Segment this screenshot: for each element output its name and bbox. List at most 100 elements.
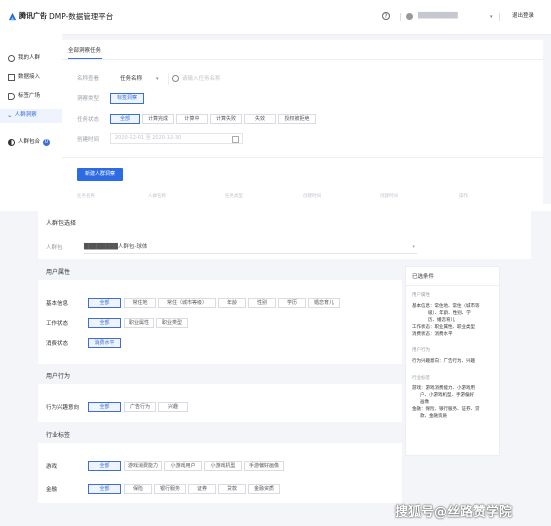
selected-industry-line: 画像 [420,400,429,405]
type-tag-insight[interactable]: 标签洞察 [110,93,144,104]
selected-industry-title: 行业标签 [412,376,430,381]
basic-opt-all[interactable]: 全部 [88,298,121,308]
database-icon [8,74,15,81]
finance-opt-insurance[interactable]: 保险 [124,484,152,494]
status-auth-rejected[interactable]: 授权被拒绝 [278,114,316,124]
finance-opt-securities[interactable]: 证券 [188,484,216,494]
attributes-title: 用户属性 [46,269,71,276]
help-icon[interactable]: ? [382,12,390,20]
sidebar: 我的人群 数据接入 标签广场 ⌁ 人群洞察 人群包合 0 [0,34,62,204]
date-range-picker[interactable]: 2020-12-01 至 2020-12-30 [110,133,243,144]
behavior-opt-interest[interactable]: 兴趣 [158,402,188,412]
basic-opt-residence-city[interactable]: 常住（城市等级） [158,298,216,308]
sidebar-item-my-audience[interactable]: 我的人群 [8,55,40,62]
tab-all-insight[interactable]: 全部洞察任务 [68,48,101,55]
user-divider [400,13,401,21]
attributes-header: 用户属性 [38,266,402,280]
user-behavior-panel: 用户行为 行为兴趣意向 全部 广告行为 兴趣 [38,370,402,422]
column-header: 任务类型 [225,194,243,199]
work-opt-occupation-type[interactable]: 职业类型 [156,318,188,328]
sidebar-item-merge[interactable]: 人群包合 0 [8,139,51,146]
user-attributes-panel: 用户属性 基本信息 全部 常住地 常住（城市等级） 年龄 性别 学历 婚恋育儿 … [38,266,402,364]
selected-attr-title: 用户属性 [412,293,430,298]
status-computing[interactable]: 计算中 [176,114,208,124]
column-header: 创建时间 [380,194,398,199]
user-account[interactable]: ████████████ [418,13,458,20]
consumption-opt-level[interactable]: 消费水平 [88,338,121,348]
sidebar-item-label: 数据接入 [18,73,41,80]
selected-industry-line: 款、金融资质 [420,414,447,419]
basic-opt-residence[interactable]: 常住地 [124,298,156,308]
finance-opt-qualification[interactable]: 金融资质 [248,484,280,494]
column-header: 人群名称 [148,194,166,199]
merge-icon [8,139,15,146]
calendar-icon [232,136,239,143]
user-icon[interactable] [406,13,413,20]
work-opt-all[interactable]: 全部 [88,318,121,328]
game-opt-all[interactable]: 全部 [88,461,121,471]
sidebar-item-tag-square[interactable]: 标签广场 [8,93,40,100]
product-title: DMP-数据管理平台 [49,12,114,21]
name-filter-label: 名称查看 [77,76,100,82]
package-select-value: ████████人群包-球体 [84,244,148,250]
behavior-opt-all[interactable]: 全部 [88,402,121,412]
finance-opt-banking[interactable]: 银行服务 [154,484,186,494]
finance-opt-loans[interactable]: 贷款 [218,484,246,494]
count-badge: 0 [43,139,51,146]
work-opt-occupation-attr[interactable]: 职业属性 [124,318,154,328]
game-opt-spending[interactable]: 游戏消费能力 [124,461,162,471]
selected-industry-line: 游戏：游戏消费能力、小游戏用 [412,386,475,391]
selected-attr-line: 级）、年龄、性别、学 [428,311,471,316]
chart-icon: ⌁ [8,112,12,120]
watermark: 搜狐号@丝路赞学院 [395,505,513,520]
basic-opt-gender[interactable]: 性别 [248,298,276,308]
row-label-basic: 基本信息 [46,301,69,307]
row-label-interest: 行为兴趣意向 [46,405,80,411]
name-type-select[interactable]: 任务名称 ▾ [120,73,169,85]
package-select[interactable]: ████████人群包-球体 ▾ [84,241,417,254]
sidebar-item-label: 我的人群 [18,54,41,61]
chevron-down-icon: ▾ [156,76,159,82]
status-computed[interactable]: 计算完成 [142,114,174,124]
row-label-work: 工作状态 [46,321,69,327]
new-insight-button[interactable]: 新建人群洞察 [77,168,123,181]
finance-opt-all[interactable]: 全部 [88,484,121,494]
table-header: 任务名称 人群名称 任务类型 创建时间 创建时间 操作 [62,192,543,204]
top-screenshot: 腾讯广告 DMP-数据管理平台 ? ████████████ ▾ 退出登录 我的… [0,0,551,204]
package-panel: 人群包选择 人群包 ████████人群包-球体 ▾ [38,211,531,259]
logo[interactable]: 腾讯广告 [8,12,47,21]
selected-title-divider [406,285,499,286]
status-filter-label: 任务状态 [77,117,100,123]
game-opt-mobile-pref[interactable]: 手游偏好画像 [244,461,284,471]
chevron-down-icon[interactable]: ▾ [490,14,493,20]
selected-behavior-line: 行为兴趣意向：广告行为、兴趣 [412,359,475,364]
tencent-ads-logo-icon [8,12,17,21]
row-label-finance: 金融 [46,487,58,493]
date-range-value: 2020-12-01 至 2020-12-30 [115,135,182,141]
sidebar-item-insight[interactable]: ⌁ 人群洞察 [0,109,62,123]
logout-divider [499,13,500,21]
sidebar-item-label: 标签广场 [18,92,41,99]
behavior-title: 用户行为 [46,373,71,380]
sidebar-item-label: 人群洞察 [14,112,37,119]
status-all[interactable]: 全部 [110,114,140,124]
package-label: 人群包 [46,245,63,251]
basic-opt-marriage[interactable]: 婚恋育儿 [308,298,340,308]
sidebar-item-data-access[interactable]: 数据接入 [8,74,40,81]
basic-opt-education[interactable]: 学历 [278,298,306,308]
logout-link[interactable]: 退出登录 [512,13,534,20]
person-circle-icon [8,55,15,62]
selected-attr-line: 工作状态：职业属性、职业类型 [412,325,475,330]
column-header: 创建时间 [303,194,321,199]
tag-icon [8,93,15,100]
game-opt-mini-users[interactable]: 小游戏用户 [164,461,202,471]
search-input[interactable]: 请输入任务名称 [182,76,221,83]
status-expired[interactable]: 失效 [244,114,276,124]
package-section-title: 人群包选择 [46,220,77,227]
basic-opt-age[interactable]: 年龄 [218,298,246,308]
logo-text: 腾讯广告 [19,12,47,20]
behavior-opt-ad[interactable]: 广告行为 [124,402,156,412]
game-opt-mini-device[interactable]: 小游戏机型 [204,461,242,471]
filter-bottom-divider [62,157,543,158]
status-failed[interactable]: 计算失败 [210,114,242,124]
